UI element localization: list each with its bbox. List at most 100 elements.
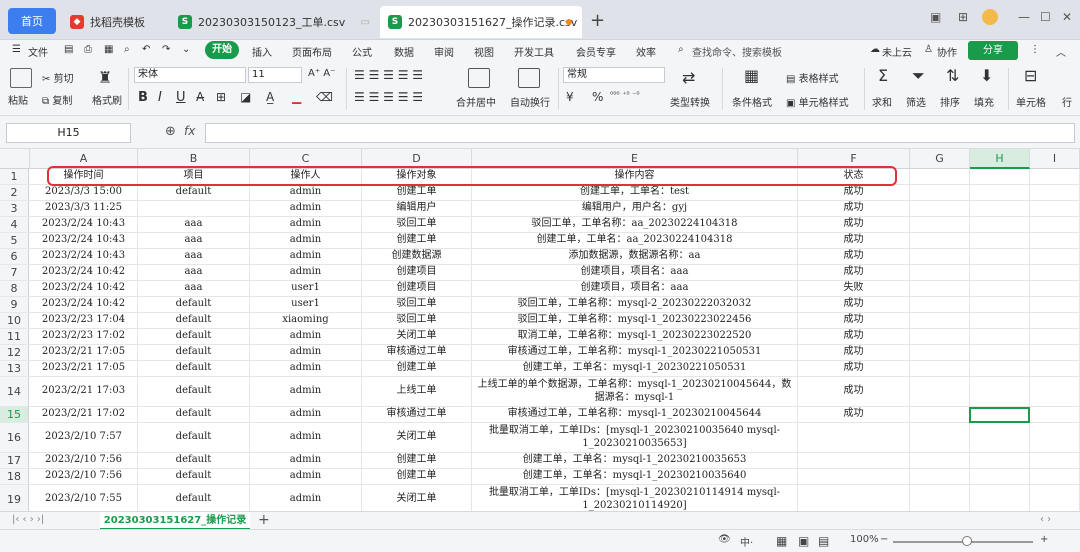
table-cell[interactable]: 成功 (798, 297, 910, 312)
sheet-nav-icons[interactable]: |‹ ‹ › ›| (12, 514, 44, 525)
table-cell[interactable]: 驳回工单 (362, 313, 472, 328)
table-cell[interactable] (910, 361, 970, 376)
table-cell[interactable]: 成功 (798, 265, 910, 280)
table-cell[interactable] (970, 453, 1030, 468)
table-cell[interactable]: 2023/2/23 17:02 (30, 329, 138, 344)
table-cell[interactable] (1030, 453, 1080, 468)
table-cell[interactable] (798, 485, 910, 511)
table-cell[interactable] (1030, 281, 1080, 296)
column-header-H[interactable]: H (970, 149, 1030, 169)
zoom-slider-handle[interactable] (962, 536, 972, 546)
menu-file[interactable]: 文件 (28, 44, 48, 59)
table-cell[interactable] (970, 329, 1030, 344)
menu-member[interactable]: 会员专享 (576, 44, 616, 59)
table-cell[interactable] (910, 185, 970, 200)
align-top-icon[interactable]: ☰ ☰ ☰ ☰ ☰ (354, 68, 423, 82)
table-cell[interactable]: 创建工单 (362, 233, 472, 248)
table-cell[interactable]: 2023/2/24 10:43 (30, 217, 138, 232)
table-cell[interactable]: 成功 (798, 185, 910, 200)
table-cell[interactable] (970, 201, 1030, 216)
menu-review[interactable]: 审阅 (434, 44, 454, 59)
merge-center-button[interactable]: 合并居中 (456, 94, 496, 109)
normal-view-icon[interactable]: ▦ (776, 534, 787, 548)
table-cell[interactable] (1030, 185, 1080, 200)
table-cell[interactable]: 2023/2/21 17:05 (30, 345, 138, 360)
table-cell[interactable] (910, 485, 970, 511)
cut-button[interactable]: ✂ 剪切 (42, 70, 74, 85)
table-cell[interactable] (910, 313, 970, 328)
table-cell[interactable]: default (138, 485, 250, 511)
row-header[interactable]: 19 (0, 485, 29, 511)
table-cell[interactable]: default (138, 313, 250, 328)
table-cell[interactable]: 2023/3/3 11:25 (30, 201, 138, 216)
zoom-search-icon[interactable]: ⊕ (165, 124, 176, 139)
table-cell[interactable]: admin (250, 423, 362, 452)
export-pdf-icon[interactable]: ▦ (104, 44, 113, 55)
percent-button[interactable]: % (592, 90, 603, 104)
table-cell[interactable]: admin (250, 217, 362, 232)
table-cell[interactable] (1030, 265, 1080, 280)
currency-button[interactable]: ¥ (566, 90, 574, 104)
table-cell[interactable] (970, 233, 1030, 248)
table-cell[interactable]: default (138, 361, 250, 376)
row-header[interactable]: 17 (0, 453, 29, 468)
table-cell[interactable] (910, 169, 970, 184)
column-header-I[interactable]: I (1030, 149, 1080, 169)
new-tab-button[interactable]: + (590, 10, 605, 31)
table-cell[interactable] (1030, 313, 1080, 328)
table-cell[interactable]: 2023/2/10 7:57 (30, 423, 138, 452)
type-convert-button[interactable]: 类型转换 (670, 94, 710, 109)
maximize-icon[interactable]: ☐ (1040, 10, 1051, 24)
table-cell[interactable] (970, 313, 1030, 328)
chevron-down-icon[interactable]: ⌄ (182, 44, 190, 55)
row-header[interactable]: 3 (0, 201, 29, 216)
table-cell[interactable] (798, 469, 910, 484)
table-cell[interactable] (1030, 201, 1080, 216)
fx-icon[interactable]: fx (184, 124, 195, 138)
filter-button[interactable]: 筛选 (906, 94, 926, 109)
table-cell[interactable] (1030, 469, 1080, 484)
close-window-icon[interactable]: ✕ (1062, 10, 1072, 24)
row-header[interactable]: 1 (0, 169, 29, 184)
table-cell[interactable]: default (138, 407, 250, 422)
column-header-F[interactable]: F (798, 149, 910, 169)
column-header-A[interactable]: A (30, 149, 138, 169)
copy-button[interactable]: ⧉ 复制 (42, 92, 72, 107)
table-cell[interactable] (910, 469, 970, 484)
table-cell[interactable]: 2023/2/10 7:56 (30, 453, 138, 468)
table-cell[interactable]: 审核通过工单 (362, 345, 472, 360)
table-cell[interactable] (910, 297, 970, 312)
column-header-C[interactable]: C (250, 149, 362, 169)
more-icon[interactable]: ⋮ (1030, 44, 1040, 55)
table-cell[interactable] (910, 265, 970, 280)
cell-style-button[interactable]: ▣ 单元格样式 (786, 94, 849, 109)
table-cell[interactable]: 2023/3/3 15:00 (30, 185, 138, 200)
table-cell[interactable]: 2023/2/21 17:03 (30, 377, 138, 406)
align-left-icon[interactable]: ☰ ☰ ☰ ☰ ☰ (354, 90, 423, 104)
table-cell[interactable] (970, 345, 1030, 360)
table-cell[interactable]: 创建工单，工单名：mysql-1_20230210035640 (472, 469, 798, 484)
table-cell[interactable]: 失败 (798, 281, 910, 296)
table-cell[interactable]: 关闭工单 (362, 329, 472, 344)
table-cell[interactable]: 2023/2/24 10:42 (30, 265, 138, 280)
table-cell[interactable]: 创建工单，工单名：test (472, 185, 798, 200)
table-cell[interactable]: aaa (138, 217, 250, 232)
table-cell[interactable]: default (138, 453, 250, 468)
table-cell[interactable]: 创建工单 (362, 469, 472, 484)
column-header-E[interactable]: E (472, 149, 798, 169)
table-cell[interactable] (910, 217, 970, 232)
table-cell[interactable]: 创建工单，工单名：mysql-1_20230210035653 (472, 453, 798, 468)
table-cell[interactable]: 2023/2/10 7:55 (30, 485, 138, 511)
tab-file-workorder[interactable]: S 20230303150123_工单.csv ▭ (170, 6, 378, 38)
table-cell[interactable]: 创建工单 (362, 361, 472, 376)
table-cell[interactable]: 编辑用户 (362, 201, 472, 216)
row-header[interactable]: 10 (0, 313, 29, 328)
table-cell[interactable]: 关闭工单 (362, 485, 472, 511)
table-cell[interactable]: 操作人 (250, 169, 362, 184)
table-cell[interactable]: admin (250, 201, 362, 216)
table-cell[interactable]: 成功 (798, 313, 910, 328)
table-style-button[interactable]: ▤ 表格样式 (786, 70, 839, 85)
table-cell[interactable]: 创建工单，工单名：mysql-1_20230221050531 (472, 361, 798, 376)
table-cell[interactable]: 关闭工单 (362, 423, 472, 452)
table-cell[interactable] (1030, 329, 1080, 344)
